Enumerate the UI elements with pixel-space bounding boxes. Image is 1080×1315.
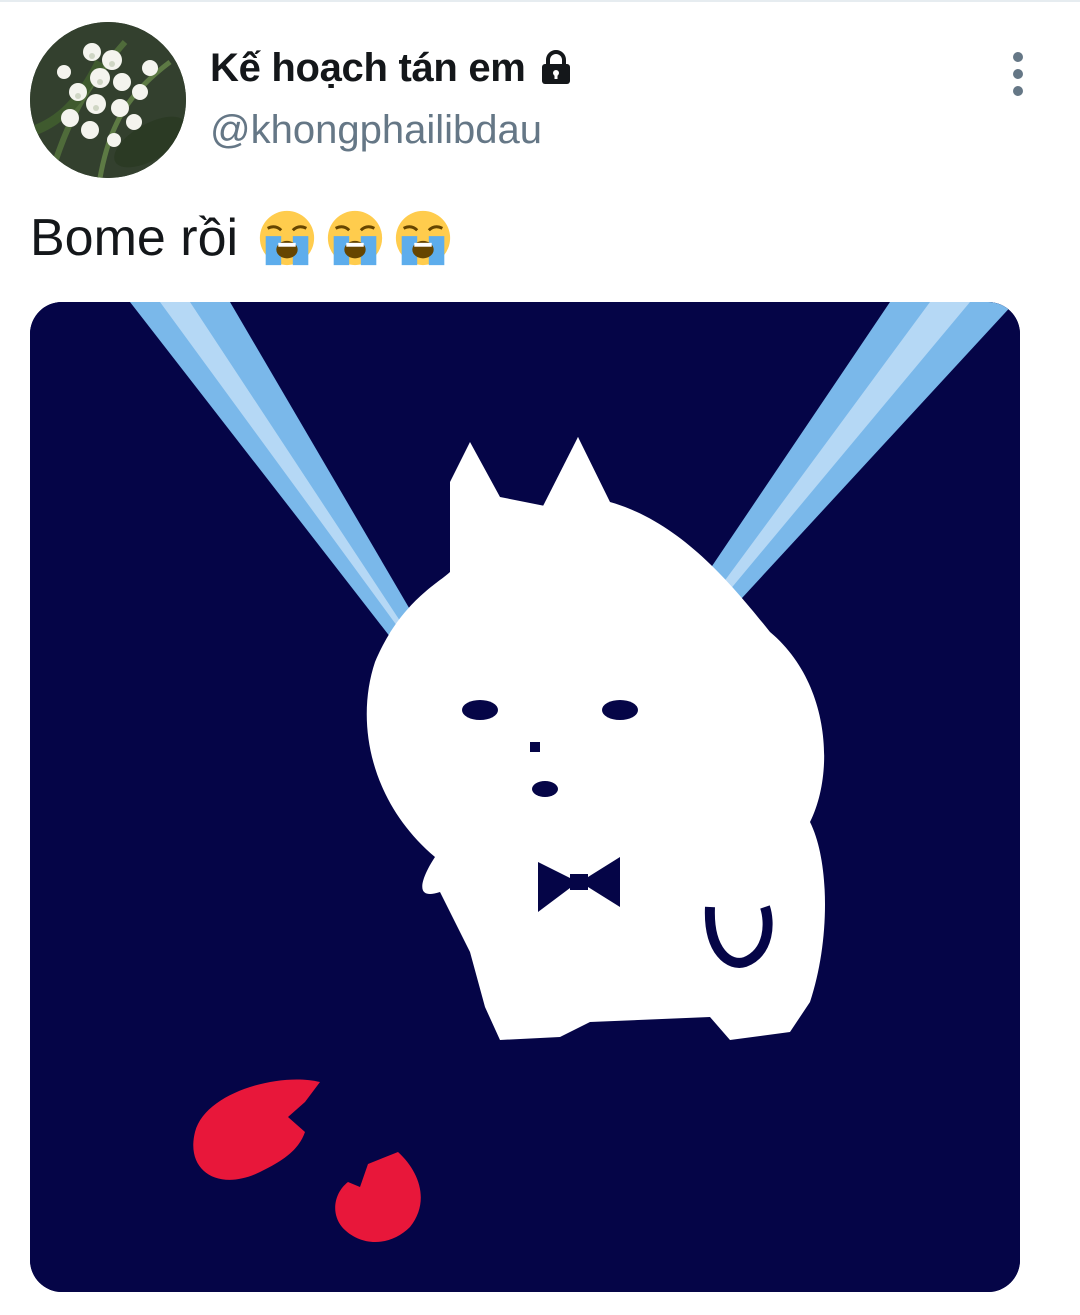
- loudly-crying-face-icon: [259, 210, 315, 266]
- crying-cat-with-broken-heart-image: [30, 302, 1020, 1292]
- tweet-text-content: Bome rồi: [30, 209, 239, 267]
- cat-mouth: [532, 781, 558, 797]
- cat-right-eye: [602, 700, 638, 720]
- more-vertical-icon-dot: [1013, 69, 1023, 79]
- name-row: Kế hoạch tán em: [210, 40, 576, 96]
- lock-icon: [541, 50, 570, 84]
- more-vertical-icon-dot: [1013, 86, 1023, 96]
- loudly-crying-face-icon: [327, 210, 383, 266]
- lily-of-the-valley-avatar-icon: [30, 22, 186, 178]
- tweet-header: Kế hoạch tán em @khongphailibdau: [0, 0, 1080, 190]
- emoji-row: [256, 207, 454, 269]
- user-handle[interactable]: @khongphailibdau: [210, 108, 542, 153]
- tweet-media[interactable]: [30, 302, 1020, 1292]
- cat-left-eye: [462, 700, 498, 720]
- avatar[interactable]: [30, 22, 186, 178]
- display-name[interactable]: Kế hoạch tán em: [210, 46, 526, 91]
- more-vertical-icon: [1013, 52, 1023, 62]
- loudly-crying-face-icon: [395, 210, 451, 266]
- tweet-text: Bome rồi: [30, 200, 454, 276]
- more-options-button[interactable]: [996, 48, 1040, 100]
